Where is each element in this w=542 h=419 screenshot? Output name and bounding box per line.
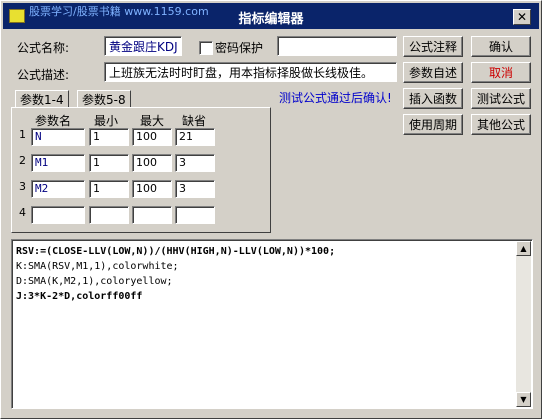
close-icon[interactable]: ✕ — [513, 9, 531, 25]
param-max-input[interactable]: 100 — [132, 128, 172, 146]
param-guide-button[interactable]: 参数自述 — [403, 62, 463, 83]
param-name-input[interactable]: N — [31, 128, 85, 146]
cancel-button[interactable]: 取消 — [471, 62, 531, 83]
scroll-up-icon[interactable]: ▲ — [516, 241, 531, 256]
param-name-input[interactable]: M2 — [31, 180, 85, 198]
param-min-input[interactable]: 1 — [89, 154, 129, 172]
param-max-input[interactable] — [132, 206, 172, 224]
formula-desc-label: 公式描述: — [17, 68, 70, 82]
row-number: 1 — [19, 128, 26, 141]
param-default-input[interactable] — [175, 206, 215, 224]
password-label: 密码保护 — [215, 41, 264, 55]
formula-code-editor[interactable]: RSV:=(CLOSE-LLV(LOW,N))/(HHV(HIGH,N)-LLV… — [11, 239, 533, 409]
param-min-input[interactable] — [89, 206, 129, 224]
header-min: 最小 — [94, 114, 119, 128]
param-min-input[interactable]: 1 — [89, 180, 129, 198]
title-bar[interactable]: 股票学习/股票书籍 www.1159.com 指标编辑器 ✕ — [3, 3, 539, 29]
password-input[interactable] — [277, 36, 397, 56]
confirm-button[interactable]: 确认 — [471, 36, 531, 57]
indicator-editor-window: 股票学习/股票书籍 www.1159.com 指标编辑器 ✕ 公式名称: 黄金跟… — [0, 0, 542, 419]
test-status-message: 测试公式通过后确认! — [279, 91, 392, 105]
param-min-input[interactable]: 1 — [89, 128, 129, 146]
code-line: D:SMA(K,M2,1),coloryellow; — [16, 276, 173, 287]
row-number: 2 — [19, 154, 26, 167]
param-name-input[interactable] — [31, 206, 85, 224]
use-period-button[interactable]: 使用周期 — [403, 114, 463, 135]
test-formula-button[interactable]: 测试公式 — [471, 88, 531, 109]
insert-function-button[interactable]: 插入函数 — [403, 88, 463, 109]
row-number: 3 — [19, 180, 26, 193]
tab-params-5-8[interactable]: 参数5-8 — [77, 90, 131, 108]
code-line: J:3*K-2*D,colorff00ff — [16, 291, 143, 302]
scroll-down-icon[interactable]: ▼ — [516, 392, 531, 407]
header-param-name: 参数名 — [35, 114, 72, 128]
password-checkbox[interactable] — [199, 41, 213, 55]
code-content[interactable]: RSV:=(CLOSE-LLV(LOW,N))/(HHV(HIGH,N)-LLV… — [16, 244, 335, 304]
formula-name-label: 公式名称: — [17, 41, 70, 55]
params-panel: 参数名 最小 最大 缺省 1 N 1 100 21 2 M1 1 100 3 3… — [11, 107, 271, 233]
vertical-scrollbar[interactable]: ▲ ▼ — [516, 241, 531, 407]
formula-desc-input[interactable]: 上班族无法时时盯盘，用本指标择股做长线极佳。 — [104, 62, 397, 82]
param-max-input[interactable]: 100 — [132, 180, 172, 198]
formula-annotation-button[interactable]: 公式注释 — [403, 36, 463, 57]
header-default: 缺省 — [182, 114, 207, 128]
param-default-input[interactable]: 21 — [175, 128, 215, 146]
formula-name-input[interactable]: 黄金跟庄KDJ — [104, 36, 182, 56]
param-default-input[interactable]: 3 — [175, 180, 215, 198]
param-max-input[interactable]: 100 — [132, 154, 172, 172]
param-default-input[interactable]: 3 — [175, 154, 215, 172]
header-max: 最大 — [140, 114, 165, 128]
param-name-input[interactable]: M1 — [31, 154, 85, 172]
tab-params-1-4[interactable]: 参数1-4 — [15, 90, 69, 108]
other-formula-button[interactable]: 其他公式 — [471, 114, 531, 135]
row-number: 4 — [19, 206, 26, 219]
code-line: K:SMA(RSV,M1,1),colorwhite; — [16, 261, 179, 272]
code-line: RSV:=(CLOSE-LLV(LOW,N))/(HHV(HIGH,N)-LLV… — [16, 246, 336, 257]
window-title: 指标编辑器 — [238, 12, 304, 27]
